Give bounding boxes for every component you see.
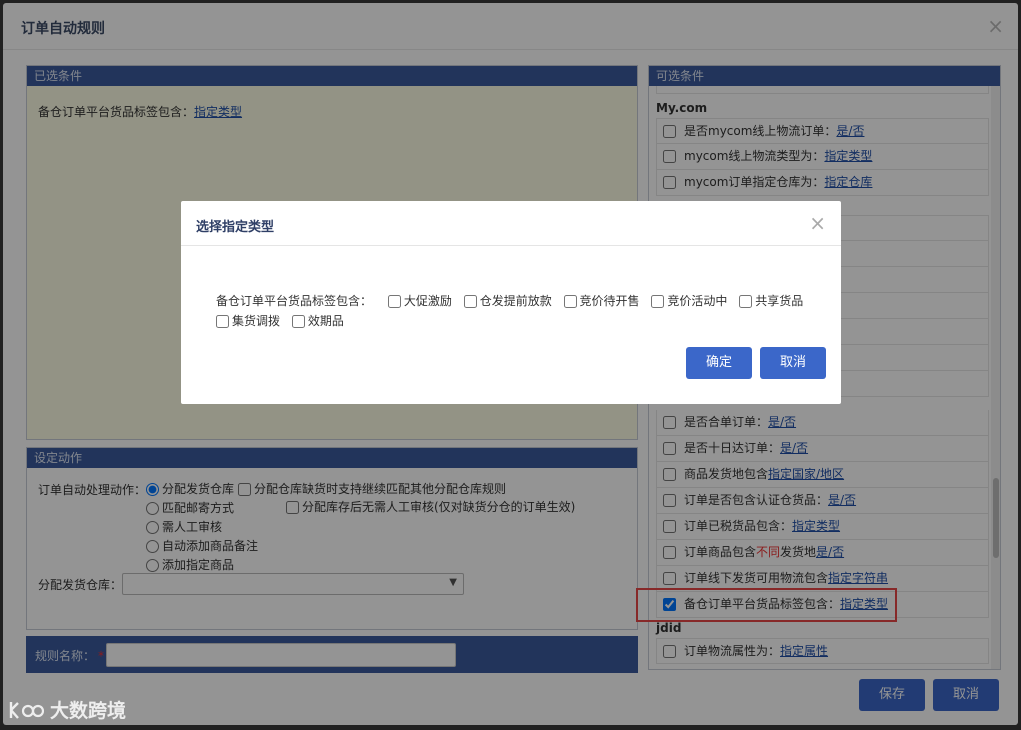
dialog-body: 备仓订单平台货品标签包含： 大促激励 仓发提前放款 竞价待开售 竞价活动中 共享… xyxy=(216,291,816,331)
type-option-label: 共享货品 xyxy=(755,294,804,308)
type-option-promo[interactable]: 大促激励 xyxy=(387,291,452,311)
confirm-button[interactable]: 确定 xyxy=(686,347,752,379)
type-option-bid-pending[interactable]: 竞价待开售 xyxy=(563,291,640,311)
type-option-label: 竞价活动中 xyxy=(667,294,728,308)
dialog-close-icon[interactable]: × xyxy=(809,211,826,235)
type-option-label: 大促激励 xyxy=(403,294,452,308)
type-option-shared[interactable]: 共享货品 xyxy=(739,291,803,311)
dialog-label: 备仓订单平台货品标签包含： xyxy=(216,294,373,308)
watermark: 大数跨境 xyxy=(8,696,126,723)
select-type-dialog: 选择指定类型 × 备仓订单平台货品标签包含： 大促激励 仓发提前放款 竞价待开售… xyxy=(181,201,841,404)
type-checkbox[interactable] xyxy=(387,295,401,308)
watermark-logo xyxy=(9,701,44,719)
type-checkbox[interactable] xyxy=(463,295,477,308)
type-option-label: 竞价待开售 xyxy=(579,294,640,308)
type-option-label: 仓发提前放款 xyxy=(479,294,552,308)
type-checkbox[interactable] xyxy=(651,295,665,308)
watermark-text: 大数跨境 xyxy=(50,700,127,722)
type-option-label: 集货调拨 xyxy=(232,314,281,328)
type-option-consolidation[interactable]: 集货调拨 xyxy=(216,311,280,331)
type-option-expiry[interactable]: 效期品 xyxy=(291,311,344,331)
type-checkbox[interactable] xyxy=(216,315,229,328)
type-option-early-payment[interactable]: 仓发提前放款 xyxy=(463,291,552,311)
type-checkbox[interactable] xyxy=(739,295,753,308)
type-option-bid-active[interactable]: 竞价活动中 xyxy=(651,291,727,311)
type-checkbox[interactable] xyxy=(291,315,305,328)
dialog-cancel-button[interactable]: 取消 xyxy=(760,347,826,379)
type-option-label: 效期品 xyxy=(307,314,344,328)
dialog-header: 选择指定类型 × xyxy=(181,201,841,246)
type-checkbox[interactable] xyxy=(563,295,577,308)
dialog-title: 选择指定类型 xyxy=(196,220,275,235)
